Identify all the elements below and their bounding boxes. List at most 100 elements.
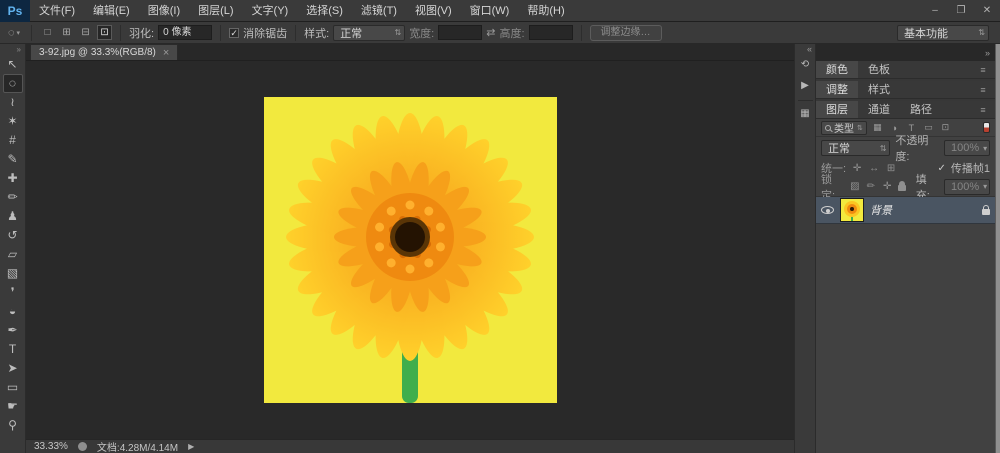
menu-type[interactable]: 文字(Y) bbox=[243, 0, 298, 22]
zoom-level-field[interactable]: 33.33% bbox=[34, 441, 68, 452]
menu-image[interactable]: 图像(I) bbox=[139, 0, 189, 22]
workspace-dropdown[interactable]: 基本功能 ⇅ bbox=[897, 25, 989, 41]
tab-styles[interactable]: 样式 bbox=[858, 81, 900, 98]
antialias-label: 消除锯齿 bbox=[243, 25, 287, 41]
lock-transparent-icon[interactable]: ▨ bbox=[849, 181, 860, 192]
actions-panel-icon[interactable]: ▶ bbox=[797, 78, 814, 95]
swap-dimensions-icon[interactable]: ⇄ bbox=[486, 26, 495, 39]
lasso-tool[interactable]: ≀ bbox=[3, 93, 23, 112]
tab-color[interactable]: 颜色 bbox=[816, 61, 858, 78]
character-panel-icon[interactable]: ▦ bbox=[797, 106, 814, 123]
menu-select[interactable]: 选择(S) bbox=[297, 0, 352, 22]
pen-tool[interactable]: ✒ bbox=[3, 321, 23, 340]
layer-thumbnail-image bbox=[841, 199, 863, 221]
hand-tool[interactable]: ☛ bbox=[3, 397, 23, 416]
history-brush-tool[interactable]: ↺ bbox=[3, 226, 23, 245]
move-tool[interactable]: ↖ bbox=[3, 55, 23, 74]
content-area: » ↖ ◌ ≀ ✶ # ✎ ✚ ✏ ♟ ↺ ▱ ▧ ❜ ◒ ✒ T ➤ ▭ ☛ … bbox=[0, 44, 1000, 453]
filter-smart-object-icon[interactable]: ⊡ bbox=[939, 122, 952, 133]
status-bar: 33.33% 文档:4.28M/4.14M ▶ bbox=[26, 439, 794, 453]
layer-filter-dropdown[interactable]: 类型 ⇅ bbox=[821, 121, 867, 135]
visibility-eye-icon[interactable] bbox=[821, 206, 834, 214]
filter-toggle-icon[interactable] bbox=[983, 122, 990, 133]
antialias-checkbox[interactable]: ✓ bbox=[229, 28, 239, 38]
blur-tool[interactable]: ❜ bbox=[3, 283, 23, 302]
opacity-dropdown[interactable]: 100% ▾ bbox=[944, 140, 990, 156]
menu-help[interactable]: 帮助(H) bbox=[518, 0, 573, 22]
clone-stamp-tool[interactable]: ♟ bbox=[3, 207, 23, 226]
caret-down-icon: ▾ bbox=[17, 29, 21, 37]
tab-channels[interactable]: 通道 bbox=[858, 101, 900, 118]
rectangle-tool[interactable]: ▭ bbox=[3, 378, 23, 397]
spot-healing-brush-tool[interactable]: ✚ bbox=[3, 169, 23, 188]
panels-collapse-icon[interactable]: » bbox=[985, 48, 990, 58]
canvas[interactable] bbox=[26, 61, 794, 439]
menu-filter[interactable]: 滤镜(T) bbox=[352, 0, 406, 22]
eraser-tool[interactable]: ▱ bbox=[3, 245, 23, 264]
search-icon bbox=[825, 125, 831, 131]
filter-pixel-icon[interactable]: ▦ bbox=[871, 122, 884, 133]
subtract-selection-button[interactable]: ⊟ bbox=[78, 25, 93, 40]
eyedropper-tool[interactable]: ✎ bbox=[3, 150, 23, 169]
new-selection-button[interactable]: □ bbox=[40, 25, 55, 40]
dodge-tool[interactable]: ◒ bbox=[3, 302, 23, 321]
fill-dropdown[interactable]: 100% ▾ bbox=[944, 179, 990, 195]
feather-input[interactable]: 0 像素 bbox=[158, 25, 212, 40]
elliptical-marquee-tool[interactable]: ◌ bbox=[3, 74, 23, 93]
layer-row-background[interactable]: 背景 bbox=[816, 197, 995, 224]
propagate-label: 传播帧1 bbox=[951, 160, 990, 176]
menu-edit[interactable]: 编辑(E) bbox=[84, 0, 139, 22]
minimize-button[interactable]: – bbox=[922, 0, 948, 22]
unify-style-icon[interactable]: ⊞ bbox=[885, 163, 897, 174]
tab-paths[interactable]: 路径 bbox=[900, 101, 942, 118]
layer-thumbnail[interactable] bbox=[840, 198, 864, 222]
refine-edge-button[interactable]: 调整边缘… bbox=[590, 25, 662, 41]
layer-lock-icon bbox=[982, 209, 990, 215]
panel-menu-icon[interactable]: ≡ bbox=[971, 81, 995, 98]
tab-adjustments[interactable]: 调整 bbox=[816, 81, 858, 98]
blend-mode-dropdown[interactable]: 正常 ⇅ bbox=[821, 140, 890, 156]
style-dropdown[interactable]: 正常 ⇅ bbox=[333, 25, 405, 41]
opacity-value: 100% bbox=[951, 142, 979, 154]
lock-paint-icon[interactable]: ✏ bbox=[865, 181, 876, 192]
tools-collapse-icon[interactable]: » bbox=[17, 45, 25, 55]
menu-file[interactable]: 文件(F) bbox=[30, 0, 84, 22]
document-tab[interactable]: 3-92.jpg @ 33.3%(RGB/8) × bbox=[30, 44, 178, 60]
crop-tool[interactable]: # bbox=[3, 131, 23, 150]
filter-type-icon[interactable]: T bbox=[905, 123, 918, 133]
intersect-selection-button[interactable]: ⊡ bbox=[97, 25, 112, 40]
menu-window[interactable]: 窗口(W) bbox=[461, 0, 519, 22]
panel-menu-icon[interactable]: ≡ bbox=[971, 61, 995, 78]
lock-move-icon[interactable]: ✛ bbox=[882, 181, 893, 192]
tab-layers[interactable]: 图层 bbox=[816, 101, 858, 118]
restore-button[interactable]: ❐ bbox=[948, 0, 974, 22]
type-tool[interactable]: T bbox=[3, 340, 23, 359]
layer-name[interactable]: 背景 bbox=[870, 202, 892, 218]
menu-view[interactable]: 视图(V) bbox=[406, 0, 461, 22]
unify-visibility-icon[interactable]: ↔ bbox=[868, 163, 880, 174]
quick-selection-tool[interactable]: ✶ bbox=[3, 112, 23, 131]
separator bbox=[120, 25, 121, 41]
height-label: 高度: bbox=[499, 25, 524, 41]
tab-close-icon[interactable]: × bbox=[163, 47, 169, 59]
tool-preset-picker[interactable]: ◌ ▾ bbox=[5, 27, 23, 39]
dock-expand-icon[interactable]: « bbox=[807, 45, 815, 55]
width-input[interactable] bbox=[438, 25, 482, 40]
filter-adjustment-icon[interactable]: ◑ bbox=[888, 123, 901, 133]
zoom-tool[interactable]: ⚲ bbox=[3, 416, 23, 435]
status-icon bbox=[78, 442, 87, 451]
height-input[interactable] bbox=[529, 25, 573, 40]
tab-swatches[interactable]: 色板 bbox=[858, 61, 900, 78]
path-selection-tool[interactable]: ➤ bbox=[3, 359, 23, 378]
add-selection-button[interactable]: ⊞ bbox=[59, 25, 74, 40]
menu-layer[interactable]: 图层(L) bbox=[189, 0, 242, 22]
lock-all-icon[interactable] bbox=[898, 185, 906, 191]
status-menu-arrow-icon[interactable]: ▶ bbox=[188, 442, 194, 451]
stepper-icon: ⇅ bbox=[857, 124, 863, 132]
history-panel-icon[interactable]: ⟲ bbox=[797, 57, 814, 74]
gradient-tool[interactable]: ▧ bbox=[3, 264, 23, 283]
panel-menu-icon[interactable]: ≡ bbox=[971, 101, 995, 118]
unify-position-icon[interactable]: ✛ bbox=[851, 163, 863, 174]
close-button[interactable]: ✕ bbox=[974, 0, 1000, 22]
brush-tool[interactable]: ✏ bbox=[3, 188, 23, 207]
